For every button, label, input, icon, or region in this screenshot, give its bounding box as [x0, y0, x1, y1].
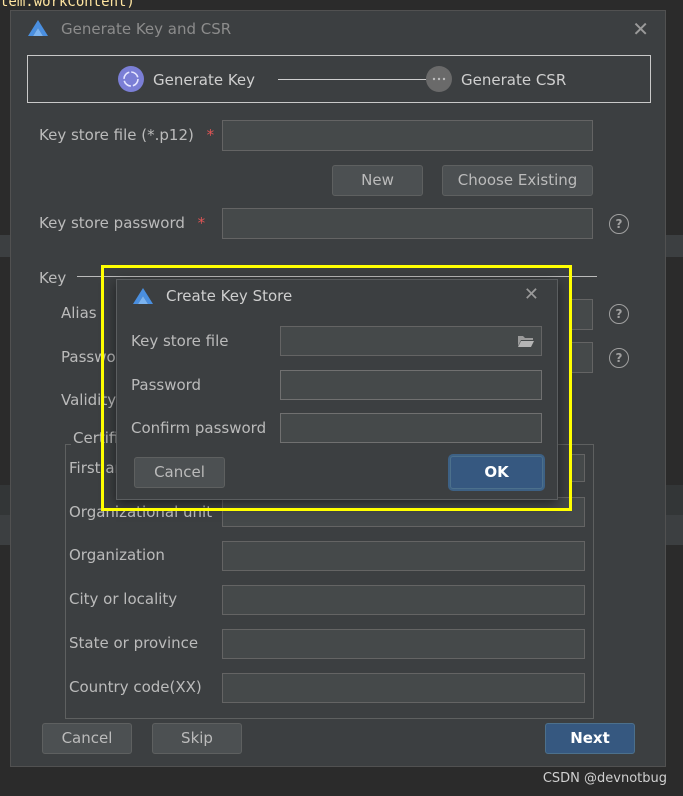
modal-cancel-button[interactable]: Cancel: [134, 457, 225, 488]
org-unit-field[interactable]: [222, 497, 585, 527]
first-name-field[interactable]: [571, 454, 585, 482]
step-active-icon: [118, 66, 144, 92]
step-pending-icon: [426, 66, 452, 92]
modal-key-store-file-field[interactable]: [280, 326, 542, 356]
password-field[interactable]: [571, 342, 593, 373]
key-store-file-label: Key store file (*.p12) *: [39, 126, 215, 144]
help-icon[interactable]: ?: [609, 214, 629, 234]
dialog-title: Generate Key and CSR: [61, 20, 232, 38]
modal-confirm-password-label: Confirm password: [131, 419, 267, 437]
app-logo-icon: [28, 20, 48, 36]
key-store-password-label: Key store password *: [39, 214, 206, 232]
help-icon[interactable]: ?: [609, 304, 629, 324]
step-generate-csr: Generate CSR: [461, 71, 567, 89]
help-icon[interactable]: ?: [609, 348, 629, 368]
password-label: Passwo: [61, 348, 116, 366]
validity-label: Validity: [61, 391, 117, 409]
key-store-file-field[interactable]: [222, 120, 593, 151]
new-button[interactable]: New: [332, 165, 423, 196]
modal-password-field[interactable]: [280, 370, 542, 400]
country-field[interactable]: [222, 673, 585, 703]
folder-open-icon[interactable]: [517, 334, 535, 348]
city-field[interactable]: [222, 585, 585, 615]
modal-ok-button[interactable]: OK: [450, 456, 543, 489]
state-label: State or province: [69, 634, 199, 652]
alias-field[interactable]: [571, 299, 593, 330]
app-logo-icon: [133, 288, 153, 304]
step-generate-key: Generate Key: [153, 71, 256, 89]
key-section-label: Key: [39, 269, 67, 287]
watermark: CSDN @devnotbug: [542, 771, 667, 786]
code-snippet: tem.workContent): [0, 0, 135, 10]
choose-existing-button[interactable]: Choose Existing: [442, 165, 593, 196]
modal-close-icon[interactable]: ✕: [524, 284, 539, 305]
key-store-password-field[interactable]: [222, 208, 593, 239]
modal-password-label: Password: [131, 376, 202, 394]
alias-label: Alias: [61, 304, 97, 322]
dialog-titlebar: Generate Key and CSR ✕: [11, 11, 665, 47]
modal-key-store-file-label: Key store file: [131, 332, 229, 350]
organization-label: Organization: [69, 546, 165, 564]
skip-button[interactable]: Skip: [152, 723, 242, 754]
close-icon[interactable]: ✕: [632, 17, 649, 41]
country-label: Country code(XX): [69, 678, 202, 696]
key-section-divider: [77, 276, 597, 277]
modal-confirm-password-field[interactable]: [280, 413, 542, 443]
first-name-label: First ar: [69, 459, 121, 477]
cancel-button[interactable]: Cancel: [42, 723, 132, 754]
organization-field[interactable]: [222, 541, 585, 571]
state-field[interactable]: [222, 629, 585, 659]
certificate-legend: Certifi: [71, 429, 121, 447]
wizard-stepper: Generate Key Generate CSR: [27, 55, 651, 103]
next-button[interactable]: Next: [545, 723, 635, 754]
create-key-store-modal: Create Key Store ✕ Key store file Passwo…: [116, 279, 558, 500]
org-unit-label: Organizational unit: [69, 503, 213, 521]
step-connector: [278, 79, 428, 80]
city-label: City or locality: [69, 590, 178, 608]
modal-title: Create Key Store: [166, 287, 293, 305]
